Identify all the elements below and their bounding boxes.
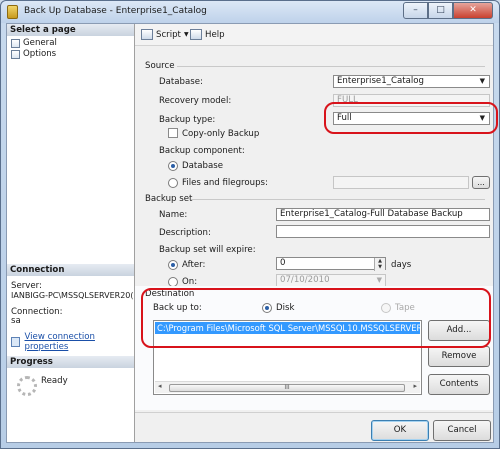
files-filegroups-radio[interactable]: [168, 178, 178, 188]
copy-only-label: Copy-only Backup: [182, 129, 260, 139]
view-connection-properties-label: View connection properties: [24, 332, 95, 352]
page-label-general: General: [23, 38, 57, 48]
database-value: Enterprise1_Catalog: [337, 76, 424, 86]
days-label: days: [391, 260, 412, 270]
dialog-client-area: Select a page General Options Connection…: [6, 23, 498, 443]
dialog-footer: OK Cancel: [135, 412, 493, 442]
scroll-thumb[interactable]: III: [169, 384, 405, 392]
expire-label: Backup set will expire:: [159, 245, 256, 255]
name-field[interactable]: Enterprise1_Catalog-Full Database Backup: [276, 208, 490, 221]
database-icon: [7, 5, 18, 19]
script-button[interactable]: Script ▼: [141, 29, 189, 40]
help-button[interactable]: Help: [190, 29, 225, 40]
minimize-button[interactable]: –: [403, 2, 428, 19]
calendar-dropdown-icon: ▼: [376, 276, 382, 284]
title-bar[interactable]: Back Up Database - Enterprise1_Catalog –…: [1, 1, 499, 23]
description-field[interactable]: [276, 225, 490, 238]
scroll-left-icon[interactable]: ◂: [158, 382, 162, 390]
backup-database-window: Back Up Database - Enterprise1_Catalog –…: [0, 0, 500, 449]
chevron-down-icon[interactable]: ▼: [184, 31, 189, 38]
after-days-field[interactable]: 0 ▲ ▼: [276, 257, 386, 271]
database-radio[interactable]: [168, 161, 178, 171]
database-combo[interactable]: Enterprise1_Catalog ▼: [333, 75, 490, 88]
contents-button[interactable]: Contents: [428, 374, 490, 395]
page-icon: [11, 49, 20, 59]
source-divider: [177, 66, 485, 67]
backup-type-highlight: [324, 102, 498, 134]
toolbar: Script ▼ Help: [135, 24, 493, 46]
ok-button[interactable]: OK: [371, 420, 429, 441]
horizontal-scrollbar[interactable]: ◂ III ▸: [155, 381, 420, 393]
window-title: Back Up Database - Enterprise1_Catalog: [24, 6, 207, 16]
backup-set-divider: [191, 199, 485, 200]
after-radio[interactable]: [168, 260, 178, 270]
name-label: Name:: [159, 210, 188, 220]
script-label: Script: [156, 29, 181, 40]
backup-type-label: Backup type:: [159, 115, 216, 125]
left-pane: Select a page General Options Connection…: [7, 24, 135, 442]
close-button[interactable]: ✕: [453, 2, 493, 19]
chevron-down-icon: ▼: [479, 77, 485, 85]
caption-buttons: – □ ✕: [403, 2, 493, 19]
backup-set-section-label: Backup set: [145, 194, 193, 204]
backup-component-label: Backup component:: [159, 146, 245, 156]
remove-button[interactable]: Remove: [428, 346, 490, 367]
after-label: After:: [182, 260, 206, 270]
after-days-value: 0: [280, 258, 286, 268]
description-label: Description:: [159, 228, 211, 238]
name-value: Enterprise1_Catalog-Full Database Backup: [280, 209, 463, 219]
destination-highlight: [141, 288, 491, 348]
files-filegroups-label: Files and filegroups:: [182, 178, 268, 188]
page-label-options: Options: [23, 49, 57, 59]
scroll-right-icon[interactable]: ▸: [413, 382, 417, 390]
progress-header: Progress: [7, 356, 134, 368]
page-icon: [11, 38, 20, 48]
copy-only-checkbox[interactable]: [168, 128, 178, 138]
source-section-label: Source: [145, 61, 175, 71]
days-spinner[interactable]: ▲ ▼: [374, 258, 385, 271]
on-date-value: 07/10/2010: [280, 275, 330, 285]
files-filegroups-field: [333, 176, 469, 189]
page-item-general[interactable]: General: [11, 38, 57, 48]
select-page-header: Select a page: [7, 24, 134, 36]
right-pane: Script ▼ Help Source Database: Enterpris…: [135, 24, 498, 442]
server-label: Server:: [11, 281, 42, 291]
help-icon: [190, 29, 202, 40]
progress-status: Ready: [41, 376, 68, 386]
database-radio-label: Database: [182, 161, 224, 171]
page-item-options[interactable]: Options: [11, 49, 56, 59]
database-label: Database:: [159, 77, 203, 87]
help-label: Help: [205, 29, 225, 40]
server-value: IANBIGG-PC\MSSQLSERVER20(: [11, 291, 134, 300]
progress-spinner-icon: [17, 376, 37, 396]
script-icon: [141, 29, 153, 40]
view-connection-properties-link[interactable]: View connection properties: [11, 332, 134, 352]
connection-header: Connection: [7, 264, 134, 276]
connection-value: sa: [11, 316, 21, 326]
properties-icon: [11, 337, 21, 347]
cancel-button[interactable]: Cancel: [433, 420, 491, 441]
files-browse-button[interactable]: ...: [472, 176, 490, 189]
recovery-model-label: Recovery model:: [159, 96, 232, 106]
maximize-button[interactable]: □: [428, 2, 453, 19]
